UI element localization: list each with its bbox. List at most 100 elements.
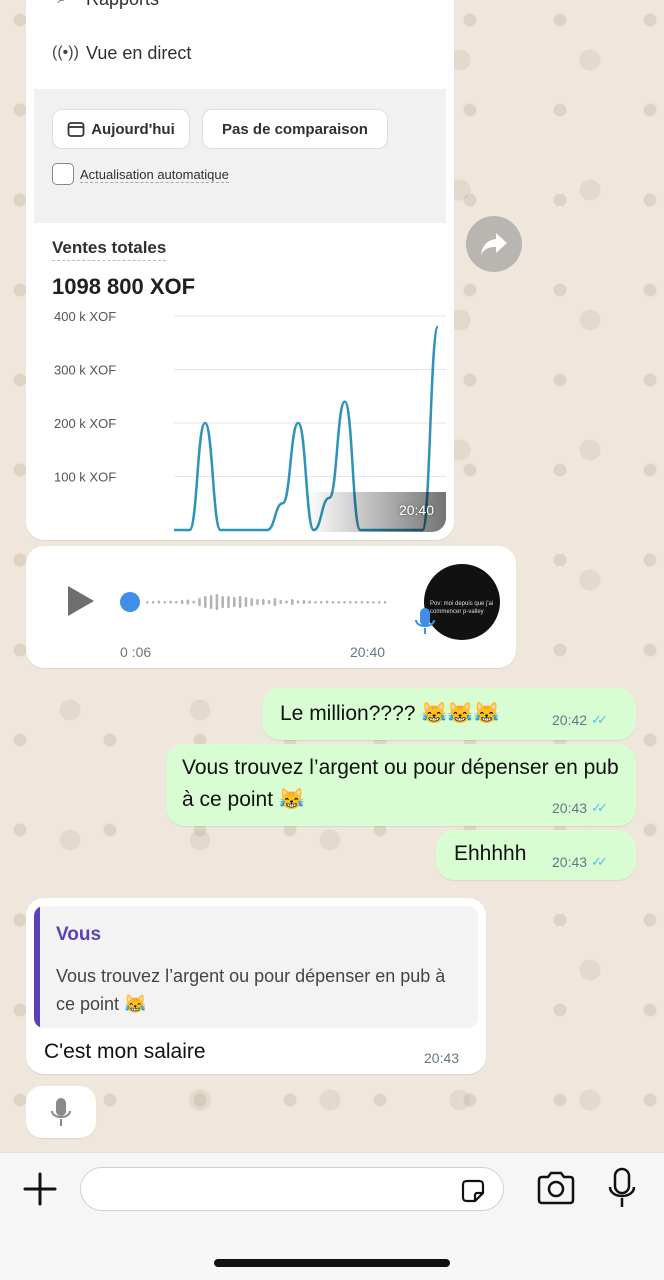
quoted-author: Vous bbox=[56, 924, 102, 945]
waveform-bar bbox=[233, 597, 236, 607]
waveform-bar bbox=[366, 601, 369, 604]
waveform-bar bbox=[314, 601, 317, 604]
waveform-bar bbox=[250, 598, 253, 606]
comparison-button: Pas de comparaison bbox=[202, 109, 388, 149]
waveform-bar bbox=[291, 599, 294, 605]
avatar-caption: Pov: moi depuis que j'ai commencer p-val… bbox=[430, 601, 494, 615]
waveform-bar bbox=[227, 596, 230, 608]
waveform-bar bbox=[296, 600, 300, 604]
sales-value: 1098 800 XOF bbox=[52, 274, 196, 299]
read-ticks-icon: ✓✓ bbox=[591, 712, 608, 727]
waveform-bar bbox=[343, 601, 346, 604]
message-time: 20:43 bbox=[552, 854, 588, 870]
message-time: 20:40 bbox=[350, 644, 386, 660]
waveform-bar bbox=[279, 600, 282, 604]
message-text: Ehhhhh bbox=[454, 842, 527, 865]
y-tick-label: 100 k XOF bbox=[54, 470, 116, 485]
menu-item-label: Rapports bbox=[86, 0, 159, 10]
waveform-bar bbox=[383, 601, 387, 604]
menu-item-live-view: ((•)) Vue en direct bbox=[52, 38, 191, 68]
message-text: Le million???? 😹😹😹 bbox=[280, 702, 500, 725]
today-label: Aujourd'hui bbox=[91, 120, 175, 138]
waveform-bar bbox=[204, 596, 207, 608]
home-indicator bbox=[214, 1259, 450, 1267]
quote-accent-bar bbox=[34, 906, 40, 1028]
forward-button[interactable] bbox=[466, 216, 522, 272]
waveform-bar bbox=[192, 600, 195, 604]
camera-icon[interactable] bbox=[536, 1171, 576, 1205]
waveform-bar bbox=[354, 601, 358, 604]
waveform-bar bbox=[163, 601, 166, 604]
voice-waveform[interactable] bbox=[120, 586, 390, 618]
outgoing-message[interactable]: Vous trouvez l’argent ou pour dépenser e… bbox=[166, 744, 636, 826]
waveform-bar bbox=[169, 600, 172, 604]
quoted-message[interactable]: Vous Vous trouvez l’argent ou pour dépen… bbox=[34, 906, 478, 1028]
microphone-icon bbox=[51, 1098, 71, 1126]
waveform-bar bbox=[285, 600, 288, 604]
live-icon: ((•)) bbox=[52, 44, 79, 61]
menu-item-reports: ⌕ Rapports bbox=[52, 0, 160, 14]
waveform-bar bbox=[146, 601, 149, 604]
voice-duration: 0 :06 bbox=[120, 644, 152, 660]
play-button[interactable] bbox=[68, 586, 94, 616]
message-meta: 20:43 ✓✓ bbox=[552, 800, 608, 816]
outgoing-message[interactable]: Le million???? 😹😹😹 20:42 ✓✓ bbox=[262, 688, 636, 740]
forward-icon bbox=[481, 233, 507, 255]
today-button: Aujourd'hui bbox=[52, 109, 190, 149]
waveform-bar bbox=[349, 601, 352, 604]
waveform-bar bbox=[151, 601, 155, 604]
message-time: 20:43 bbox=[424, 1050, 460, 1066]
y-tick-label: 400 k XOF bbox=[54, 309, 116, 324]
waveform-bar bbox=[372, 601, 375, 604]
waveform-bar bbox=[198, 598, 201, 606]
auto-refresh-checkbox bbox=[52, 163, 74, 185]
message-input[interactable] bbox=[80, 1167, 504, 1211]
quoted-text: Vous trouvez l’argent ou pour dépenser e… bbox=[56, 966, 446, 1014]
filter-panel: Aujourd'hui Pas de comparaison Actualisa… bbox=[34, 89, 446, 223]
waveform-bar bbox=[186, 599, 190, 605]
waveform-bar bbox=[221, 596, 224, 608]
read-ticks-icon: ✓✓ bbox=[591, 854, 608, 869]
playback-knob[interactable] bbox=[120, 592, 140, 612]
sales-title: Ventes totales bbox=[52, 238, 167, 261]
waveform-bar bbox=[337, 601, 340, 604]
y-tick-label: 300 k XOF bbox=[54, 363, 116, 378]
read-ticks-icon: ✓✓ bbox=[591, 800, 608, 815]
reports-icon: ⌕ bbox=[52, 0, 72, 9]
waveform-bar bbox=[325, 600, 329, 604]
waveform-bar bbox=[331, 601, 335, 604]
waveform-bar bbox=[262, 599, 265, 605]
image-message[interactable]: ⌕ Rapports ((•)) Vue en direct Aujourd'h… bbox=[26, 0, 454, 540]
plus-icon[interactable] bbox=[22, 1171, 58, 1207]
message-time: 20:42 bbox=[552, 712, 588, 728]
waveform-bar bbox=[157, 600, 161, 604]
waveform-bar bbox=[267, 600, 271, 604]
voice-message[interactable]: 0 :06 20:40 Pov: moi depuis que j'ai com… bbox=[26, 546, 516, 668]
message-time: 20:43 bbox=[552, 800, 588, 816]
microphone-icon bbox=[415, 608, 435, 634]
message-meta: 20:43 bbox=[424, 1050, 459, 1066]
waveform-bar bbox=[273, 598, 277, 606]
waveform-bar bbox=[244, 597, 248, 607]
comparison-label: Pas de comparaison bbox=[222, 120, 368, 138]
message-text: C'est mon salaire bbox=[44, 1040, 206, 1063]
waveform-bar bbox=[238, 596, 242, 608]
sticker-icon[interactable] bbox=[459, 1177, 487, 1205]
waveform-bar bbox=[175, 601, 178, 604]
message-meta: 20:42 ✓✓ bbox=[552, 712, 608, 728]
waveform-bar bbox=[378, 601, 381, 604]
message-time: 20:40 bbox=[398, 502, 434, 518]
incoming-reply-message[interactable]: Vous Vous trouvez l’argent ou pour dépen… bbox=[26, 898, 486, 1074]
calendar-icon bbox=[67, 122, 85, 137]
auto-refresh-label: Actualisation automatique bbox=[80, 167, 229, 183]
menu-item-label: Vue en direct bbox=[86, 42, 192, 63]
voice-recording-bubble[interactable] bbox=[26, 1086, 96, 1138]
waveform-bar bbox=[360, 601, 364, 604]
dashboard-screenshot[interactable]: ⌕ Rapports ((•)) Vue en direct Aujourd'h… bbox=[34, 0, 446, 532]
y-tick-label: 200 k XOF bbox=[54, 416, 116, 431]
message-meta: 20:43 ✓✓ bbox=[552, 854, 608, 870]
waveform-bar bbox=[302, 600, 306, 604]
outgoing-message[interactable]: Ehhhhh 20:43 ✓✓ bbox=[436, 830, 636, 880]
waveform-bar bbox=[215, 594, 219, 610]
microphone-icon[interactable] bbox=[608, 1167, 636, 1209]
